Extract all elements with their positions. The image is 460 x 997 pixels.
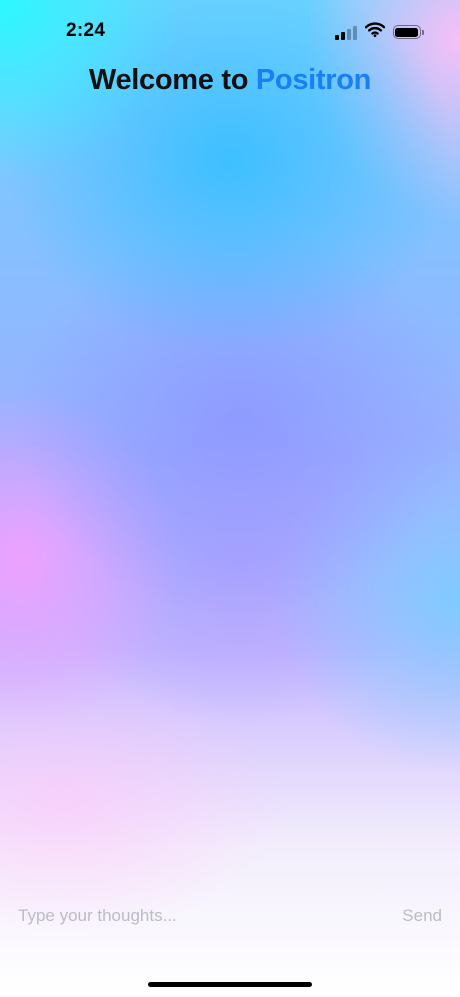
status-time: 2:24 <box>66 20 106 41</box>
app-content: 2:24 Welcome to Positron Type your thoug… <box>0 0 460 997</box>
status-bar: 2:24 <box>0 0 460 64</box>
app-screen: 2:24 Welcome to Positron Type your thoug… <box>0 0 460 997</box>
home-indicator[interactable] <box>148 982 312 987</box>
status-icons <box>334 22 424 42</box>
thoughts-input[interactable] <box>18 898 358 934</box>
brand-name: Positron <box>255 64 372 96</box>
battery-icon <box>392 25 424 39</box>
title-prefix: Welcome to <box>88 64 256 96</box>
wifi-icon <box>364 22 385 42</box>
page-title: Welcome to Positron <box>0 64 460 97</box>
composer-bar: Send <box>0 898 460 934</box>
send-button[interactable]: Send <box>402 898 442 934</box>
signal-icon <box>334 24 357 40</box>
